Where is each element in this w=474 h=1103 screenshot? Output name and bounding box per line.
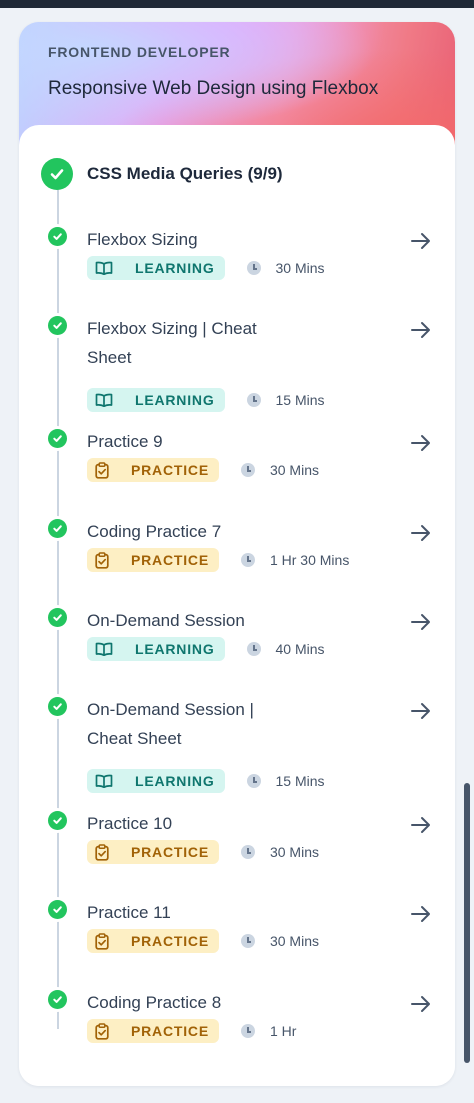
practice-badge: PRACTICE — [87, 458, 219, 482]
lesson-title: Flexbox Sizing | Cheat Sheet — [87, 319, 257, 367]
course-title: Responsive Web Design using Flexbox — [48, 78, 379, 99]
check-circle-icon — [48, 990, 67, 1009]
badge-label: PRACTICE — [131, 933, 209, 949]
lesson-duration: 30 Mins — [269, 844, 319, 860]
lesson-title: Practice 9 — [87, 432, 163, 451]
arrow-right-icon[interactable] — [409, 992, 433, 1016]
arrow-right-icon[interactable] — [409, 318, 433, 342]
lesson-meta: PRACTICE 1 Hr — [87, 1019, 296, 1043]
practice-badge: PRACTICE — [87, 548, 219, 572]
practice-badge: PRACTICE — [87, 1019, 219, 1043]
lesson-title: Coding Practice 8 — [87, 993, 222, 1012]
lesson-meta: LEARNING 15 Mins — [87, 769, 325, 793]
lesson-title: Practice 10 — [87, 814, 173, 833]
status-bar-edge — [0, 0, 474, 8]
lesson-duration: 30 Mins — [269, 933, 319, 949]
arrow-right-icon[interactable] — [409, 431, 433, 455]
badge-label: LEARNING — [135, 392, 215, 408]
lesson-duration: 40 Mins — [275, 641, 325, 657]
clock-icon — [240, 553, 255, 567]
book-open-icon — [95, 393, 123, 407]
badge-label: LEARNING — [135, 641, 215, 657]
arrow-right-icon[interactable] — [409, 902, 433, 926]
section-content: CSS Media Queries (9/9) Flexbox Sizing LE… — [19, 125, 455, 1086]
section-title: CSS Media Queries (9/9) — [87, 164, 283, 183]
lesson-meta: LEARNING 30 Mins — [87, 256, 325, 280]
lesson-duration: 30 Mins — [275, 260, 325, 276]
clock-icon — [246, 774, 261, 788]
check-circle-icon — [48, 697, 67, 716]
lesson-title: Flexbox Sizing — [87, 230, 198, 249]
clock-icon — [240, 1024, 255, 1038]
learning-badge: LEARNING — [87, 769, 225, 793]
learning-badge: LEARNING — [87, 256, 225, 280]
clock-icon — [240, 934, 255, 948]
arrow-right-icon[interactable] — [409, 699, 433, 723]
lesson-meta: LEARNING 15 Mins — [87, 388, 325, 412]
badge-label: LEARNING — [135, 260, 215, 276]
learning-badge: LEARNING — [87, 388, 225, 412]
lesson-duration: 30 Mins — [269, 462, 319, 478]
practice-badge: PRACTICE — [87, 929, 219, 953]
lesson-title: Practice 11 — [87, 903, 171, 922]
clock-icon — [240, 463, 255, 477]
check-circle-icon — [48, 316, 67, 335]
lesson-meta: LEARNING 40 Mins — [87, 637, 325, 661]
check-circle-icon — [48, 429, 67, 448]
arrow-right-icon[interactable] — [409, 813, 433, 837]
lesson-title: Coding Practice 7 — [87, 522, 222, 541]
badge-label: PRACTICE — [131, 552, 209, 568]
clipboard-check-icon — [95, 1022, 119, 1040]
check-circle-icon — [48, 227, 67, 246]
arrow-right-icon[interactable] — [409, 229, 433, 253]
clipboard-check-icon — [95, 843, 119, 861]
practice-badge: PRACTICE — [87, 840, 219, 864]
check-circle-icon — [48, 900, 67, 919]
lesson-meta: PRACTICE 30 Mins — [87, 458, 319, 482]
check-circle-icon — [48, 608, 67, 627]
check-circle-icon — [48, 519, 67, 538]
book-open-icon — [95, 642, 123, 656]
check-circle-icon — [41, 158, 73, 190]
course-progress-card: FRONTEND DEVELOPER Responsive Web Design… — [19, 22, 455, 1086]
clock-icon — [246, 393, 261, 407]
lesson-meta: PRACTICE 30 Mins — [87, 840, 319, 864]
course-category: FRONTEND DEVELOPER — [48, 44, 231, 60]
lesson-title: On-Demand Session — [87, 611, 245, 630]
lesson-duration: 15 Mins — [275, 773, 325, 789]
lesson-meta: PRACTICE 1 Hr 30 Mins — [87, 548, 349, 572]
badge-label: PRACTICE — [131, 844, 209, 860]
book-open-icon — [95, 261, 123, 275]
lesson-duration: 15 Mins — [275, 392, 325, 408]
clock-icon — [246, 261, 261, 275]
lesson-meta: PRACTICE 30 Mins — [87, 929, 319, 953]
clock-icon — [246, 642, 261, 656]
lesson-duration: 1 Hr — [269, 1023, 297, 1039]
arrow-right-icon[interactable] — [409, 610, 433, 634]
badge-label: PRACTICE — [131, 462, 209, 478]
lesson-title: On-Demand Session | Cheat Sheet — [87, 700, 254, 748]
check-circle-icon — [48, 811, 67, 830]
section-header[interactable]: CSS Media Queries (9/9) — [41, 158, 283, 190]
book-open-icon — [95, 774, 123, 788]
clock-icon — [240, 845, 255, 859]
clipboard-check-icon — [95, 551, 119, 569]
clipboard-check-icon — [95, 932, 119, 950]
arrow-right-icon[interactable] — [409, 521, 433, 545]
learning-badge: LEARNING — [87, 637, 225, 661]
badge-label: PRACTICE — [131, 1023, 209, 1039]
scrollbar-thumb[interactable] — [464, 783, 470, 1063]
clipboard-check-icon — [95, 461, 119, 479]
lesson-duration: 1 Hr 30 Mins — [269, 552, 350, 568]
badge-label: LEARNING — [135, 773, 215, 789]
